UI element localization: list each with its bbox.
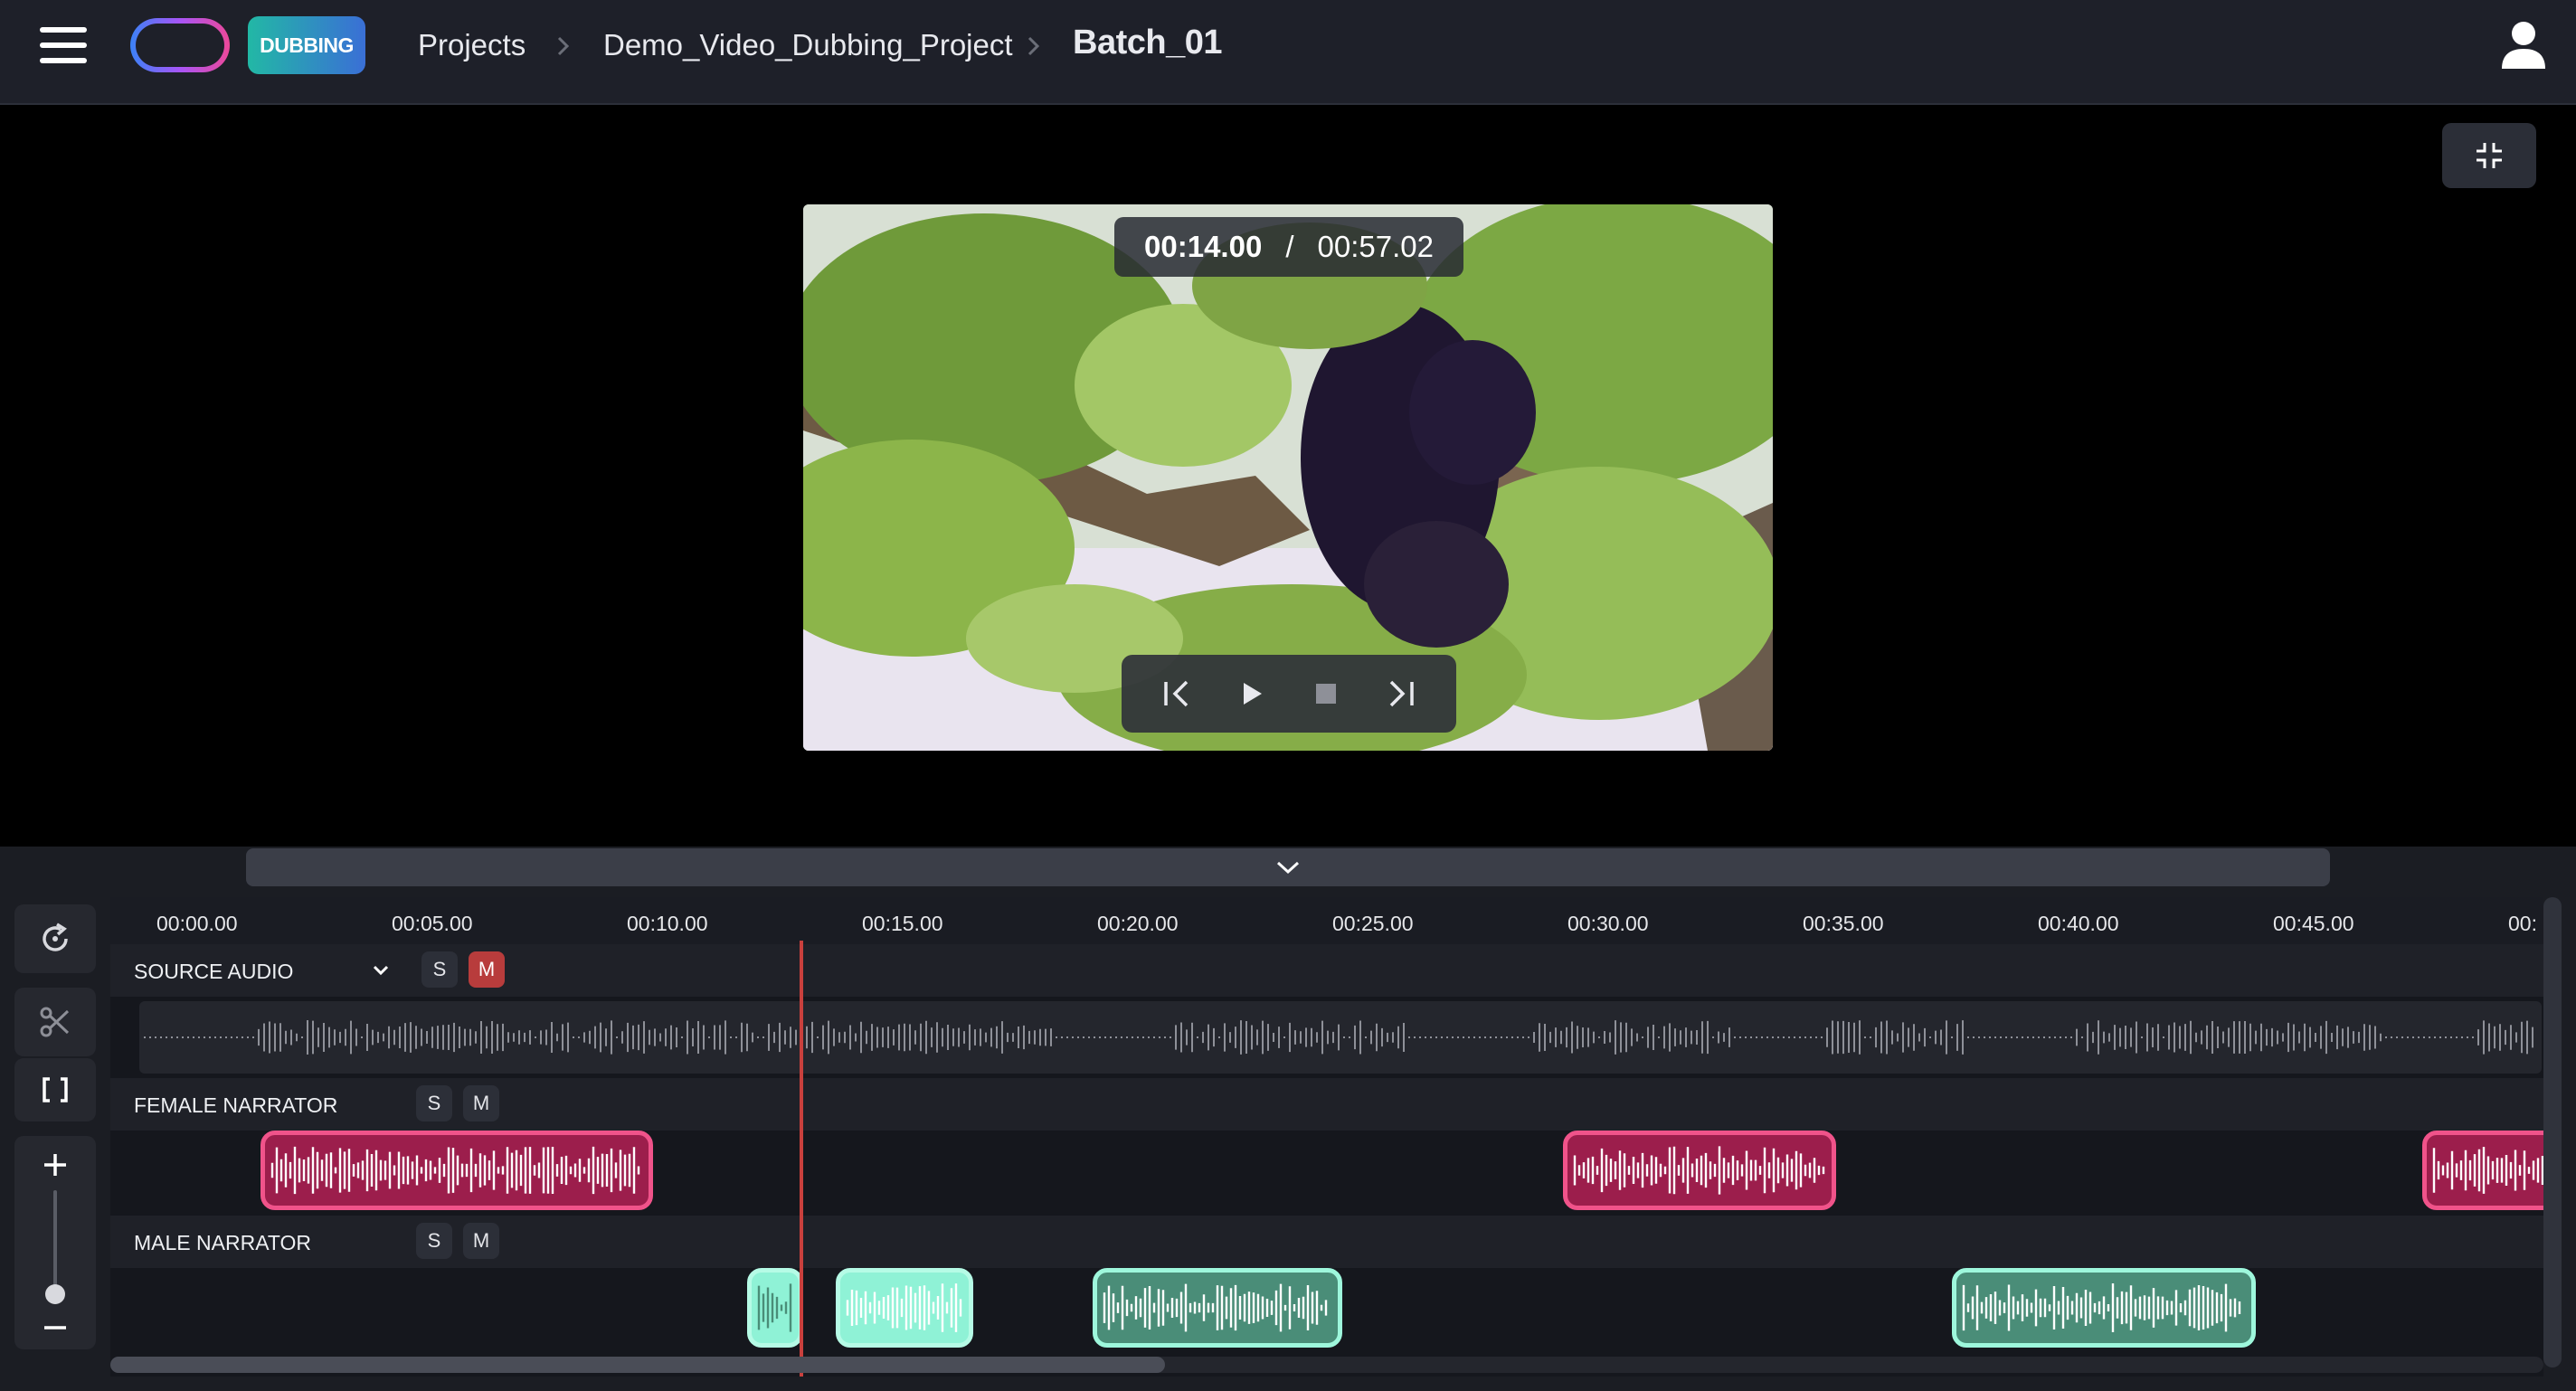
refresh-icon (43, 923, 68, 951)
track-header-male-narrator: MALE NARRATOR S M (110, 1216, 2543, 1268)
track-lane-female-narrator[interactable] (110, 1131, 2543, 1216)
waveform (2432, 1147, 2543, 1194)
waveform (1962, 1283, 2241, 1332)
solo-button[interactable]: S (416, 1223, 452, 1259)
breadcrumb-project[interactable]: Demo_Video_Dubbing_Project (603, 27, 1013, 63)
zoom-slider-handle[interactable] (45, 1284, 65, 1304)
brackets-button[interactable] (14, 1058, 96, 1121)
audio-clip[interactable] (1952, 1268, 2256, 1348)
horizontal-scrollbar-thumb[interactable] (110, 1357, 1165, 1373)
audio-clip[interactable] (1093, 1268, 1342, 1348)
skip-end-icon (1389, 680, 1414, 707)
ruler-tick: 00:40.00 (2038, 912, 2119, 935)
plus-icon[interactable] (39, 1149, 71, 1181)
breadcrumb-current: Batch_01 (1073, 24, 1222, 62)
cut-button[interactable] (14, 988, 96, 1056)
current-time: 00:14.00 (1144, 230, 1263, 263)
track-lane-source-audio[interactable] (110, 997, 2543, 1078)
stop-icon (1316, 684, 1337, 704)
ruler-tick: 00: (2508, 912, 2537, 935)
playhead[interactable] (800, 941, 803, 1377)
scissors-icon (40, 1007, 70, 1037)
chevron-down-icon (1276, 861, 1300, 875)
track-name: MALE NARRATOR (134, 1231, 311, 1254)
waveform (757, 1283, 792, 1332)
solo-button[interactable]: S (421, 951, 458, 988)
skip-end-button[interactable] (1376, 668, 1426, 719)
mute-button[interactable]: M (463, 1223, 499, 1259)
ruler-tick: 00:05.00 (392, 912, 473, 935)
mute-button[interactable]: M (469, 951, 505, 988)
play-button[interactable] (1226, 668, 1277, 719)
waveform (144, 1020, 2533, 1055)
waveform (1573, 1146, 1825, 1195)
zoom-slider-panel (14, 1136, 96, 1349)
user-icon[interactable] (2500, 20, 2547, 71)
minus-icon[interactable] (39, 1311, 71, 1344)
waveform (270, 1146, 640, 1195)
collapse-button[interactable] (2442, 123, 2536, 188)
waveform (846, 1283, 962, 1332)
refresh-button[interactable] (14, 904, 96, 973)
audio-clip[interactable] (1563, 1131, 1836, 1210)
chevron-right-icon (1028, 36, 1040, 56)
timeline-tracks[interactable]: 00:00.00 00:05.00 00:10.00 00:15.00 00:2… (110, 897, 2543, 1377)
timeline-drawer-handle[interactable] (246, 848, 2330, 886)
zoom-slider-track[interactable] (53, 1190, 57, 1290)
ruler-tick: 00:45.00 (2273, 912, 2354, 935)
track-name: FEMALE NARRATOR (134, 1093, 338, 1117)
audio-clip-selected[interactable] (836, 1268, 973, 1348)
app-logo (130, 18, 230, 72)
solo-button[interactable]: S (416, 1085, 452, 1121)
ruler-tick: 00:35.00 (1803, 912, 1884, 935)
track-header-source-audio: SOURCE AUDIO S M (110, 944, 2543, 997)
transport-controls (1122, 655, 1456, 733)
dubbing-badge: DUBBING (248, 16, 365, 74)
audio-clip-selected[interactable] (747, 1268, 803, 1348)
top-bar: DUBBING Projects Demo_Video_Dubbing_Proj… (0, 0, 2576, 105)
chevron-down-icon[interactable] (369, 959, 393, 982)
collapse-icon (2477, 143, 2502, 168)
track-header-female-narrator: FEMALE NARRATOR S M (110, 1078, 2543, 1131)
breadcrumb-projects[interactable]: Projects (418, 27, 526, 63)
play-icon (1243, 683, 1262, 705)
skip-start-icon (1164, 680, 1189, 707)
track-name: SOURCE AUDIO (134, 960, 294, 983)
time-ruler[interactable]: 00:00.00 00:05.00 00:10.00 00:15.00 00:2… (110, 897, 2543, 944)
brackets-icon (43, 1077, 68, 1102)
audio-clip[interactable] (260, 1131, 653, 1210)
source-audio-waveform[interactable] (139, 1001, 2542, 1074)
waveform (1103, 1283, 1328, 1332)
ruler-tick: 00:20.00 (1097, 912, 1179, 935)
mute-button[interactable]: M (463, 1085, 499, 1121)
skip-start-button[interactable] (1151, 668, 1202, 719)
time-separator: / (1285, 230, 1294, 263)
ruler-tick: 00:15.00 (862, 912, 943, 935)
ruler-tick: 00:25.00 (1332, 912, 1414, 935)
ruler-tick: 00:10.00 (627, 912, 708, 935)
total-time: 00:57.02 (1317, 230, 1434, 263)
ruler-tick: 00:00.00 (156, 912, 238, 935)
horizontal-scrollbar[interactable] (110, 1357, 2543, 1373)
stop-button[interactable] (1301, 668, 1351, 719)
audio-clip[interactable] (2422, 1131, 2543, 1210)
vertical-scrollbar[interactable] (2543, 897, 2562, 1367)
ruler-tick: 00:30.00 (1567, 912, 1649, 935)
menu-icon[interactable] (40, 27, 87, 63)
timecode-display: 00:14.00 / 00:57.02 (1114, 217, 1463, 277)
chevron-right-icon (557, 36, 570, 56)
